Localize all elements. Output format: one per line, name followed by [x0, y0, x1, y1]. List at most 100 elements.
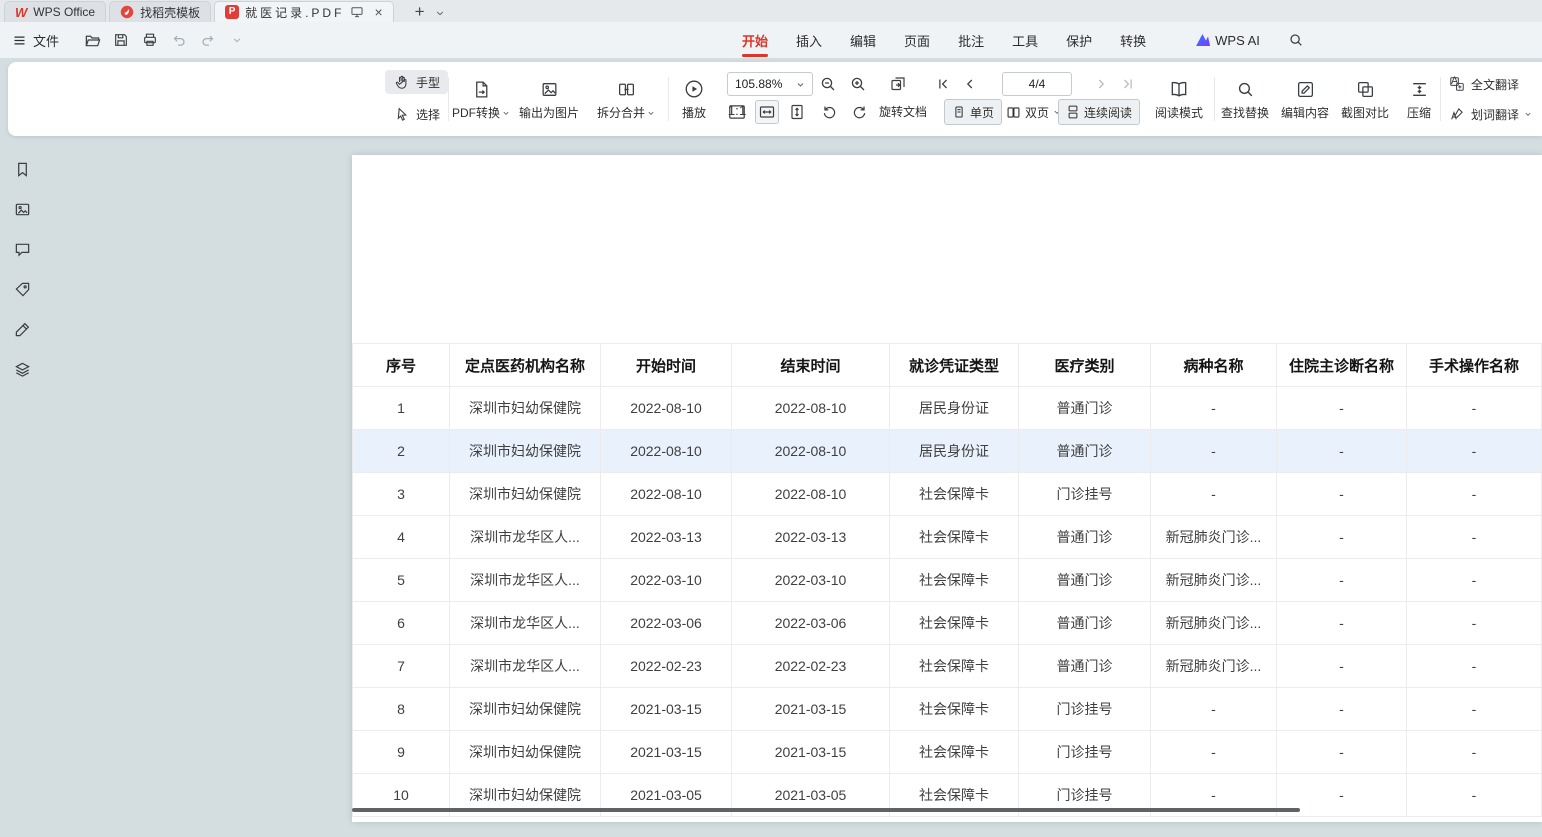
edit-content-button[interactable]: 编辑内容: [1273, 68, 1337, 130]
play-button[interactable]: 播放: [662, 68, 726, 130]
double-page-button[interactable]: 双页: [1002, 99, 1065, 125]
table-row[interactable]: 1深圳市妇幼保健院2022-08-102022-08-10居民身份证普通门诊--…: [353, 387, 1542, 430]
open-file-icon[interactable]: [82, 30, 102, 50]
zoom-in-icon[interactable]: [846, 72, 870, 96]
table-row[interactable]: 2深圳市妇幼保健院2022-08-102022-08-10居民身份证普通门诊--…: [353, 430, 1542, 473]
table-cell: 深圳市龙华区人...: [450, 516, 601, 559]
undo-history-chevron-icon[interactable]: [227, 30, 247, 50]
table-cell: 深圳市妇幼保健院: [450, 688, 601, 731]
actual-size-icon[interactable]: 1:1: [725, 100, 749, 124]
menu-tab-edit[interactable]: 编辑: [836, 22, 890, 58]
export-image-button[interactable]: 输出为图片: [513, 68, 585, 130]
tag-panel-icon[interactable]: [13, 280, 31, 298]
annotate-pen-icon[interactable]: [13, 320, 31, 338]
table-row[interactable]: 3深圳市妇幼保健院2022-08-102022-08-10社会保障卡门诊挂号--…: [353, 473, 1542, 516]
menu-tab-protect[interactable]: 保护: [1052, 22, 1106, 58]
table-row[interactable]: 9深圳市妇幼保健院2021-03-152021-03-15社会保障卡门诊挂号--…: [353, 731, 1542, 774]
menu-tab-home[interactable]: 开始: [728, 22, 782, 58]
compress-button[interactable]: 压缩: [1391, 68, 1447, 130]
menu-tab-comment[interactable]: 批注: [944, 22, 998, 58]
find-replace-button[interactable]: 查找替换: [1213, 68, 1277, 130]
horizontal-scrollbar[interactable]: [352, 808, 1300, 812]
menu-tab-convert[interactable]: 转换: [1106, 22, 1160, 58]
tab-docer-templates[interactable]: 找稻壳模板: [109, 1, 211, 22]
table-cell: 普通门诊: [1019, 516, 1151, 559]
table-cell: 7: [353, 645, 450, 688]
page-capture-icon[interactable]: [886, 72, 910, 96]
table-cell: 2022-03-10: [601, 559, 732, 602]
word-translate-button[interactable]: 划词翻译: [1448, 102, 1532, 126]
save-icon[interactable]: [111, 30, 131, 50]
fit-width-icon[interactable]: [755, 100, 779, 124]
table-body: 1深圳市妇幼保健院2022-08-102022-08-10居民身份证普通门诊--…: [353, 387, 1542, 817]
next-page-icon[interactable]: [1089, 72, 1113, 96]
zoom-level-select[interactable]: 105.88%: [727, 72, 813, 96]
svg-text:1:1: 1:1: [728, 103, 747, 118]
rotate-right-icon[interactable]: [847, 100, 871, 124]
new-tab-button[interactable]: +: [415, 3, 425, 20]
table-cell: 4: [353, 516, 450, 559]
split-merge-button[interactable]: 拆分合并: [591, 68, 661, 130]
table-cell: -: [1277, 602, 1407, 645]
tab-list-chevron-icon[interactable]: [435, 8, 445, 18]
table-cell: 居民身份证: [890, 387, 1019, 430]
redo-icon[interactable]: [198, 30, 218, 50]
pdf-page[interactable]: 序号定点医药机构名称开始时间结束时间就诊凭证类型医疗类别病种名称住院主诊断名称手…: [352, 155, 1542, 822]
column-header: 医疗类别: [1019, 344, 1151, 387]
select-tool-button[interactable]: 选择: [385, 102, 448, 126]
rotate-doc-label[interactable]: 旋转文档: [879, 100, 927, 124]
pdf-file-icon: P: [225, 5, 239, 19]
print-icon[interactable]: [140, 30, 160, 50]
table-cell: 深圳市龙华区人...: [450, 602, 601, 645]
monitor-icon[interactable]: [350, 5, 364, 19]
hand-tool-button[interactable]: 手型: [385, 70, 448, 94]
menu-tab-insert[interactable]: 插入: [782, 22, 836, 58]
table-cell: 社会保障卡: [890, 559, 1019, 602]
last-page-icon[interactable]: [1116, 72, 1140, 96]
file-menu-button[interactable]: 文件: [12, 31, 59, 50]
bookmark-icon[interactable]: [13, 160, 31, 178]
menu-tab-wps-ai[interactable]: WPS AI: [1182, 22, 1274, 58]
rotate-left-icon[interactable]: [817, 100, 841, 124]
first-page-icon[interactable]: [931, 72, 955, 96]
table-cell: 深圳市妇幼保健院: [450, 473, 601, 516]
table-row[interactable]: 8深圳市妇幼保健院2021-03-152021-03-15社会保障卡门诊挂号--…: [353, 688, 1542, 731]
wps-logo-icon: W: [15, 6, 27, 19]
table-cell: 2022-08-10: [732, 430, 890, 473]
double-page-icon: [1006, 105, 1021, 120]
thumbnail-panel-icon[interactable]: [13, 200, 31, 218]
table-cell: 社会保障卡: [890, 473, 1019, 516]
chevron-down-icon: [1524, 110, 1532, 118]
tab-document-pdf[interactable]: P 就医记录.PDF ×: [214, 1, 394, 22]
menu-tab-page[interactable]: 页面: [890, 22, 944, 58]
table-row[interactable]: 5深圳市龙华区人...2022-03-102022-03-10社会保障卡普通门诊…: [353, 559, 1542, 602]
prev-page-icon[interactable]: [958, 72, 982, 96]
read-mode-button[interactable]: 阅读模式: [1147, 68, 1211, 130]
table-cell: 2022-02-23: [601, 645, 732, 688]
pdf-convert-icon: [469, 77, 493, 101]
full-translate-button[interactable]: A 全文翻译: [1448, 72, 1519, 96]
table-cell: -: [1151, 430, 1277, 473]
window-tab-bar: W WPS Office 找稻壳模板 P 就医记录.PDF × +: [0, 0, 1542, 22]
table-row[interactable]: 6深圳市龙华区人...2022-03-062022-03-06社会保障卡普通门诊…: [353, 602, 1542, 645]
undo-icon[interactable]: [169, 30, 189, 50]
single-page-button[interactable]: 单页: [944, 99, 1002, 125]
close-tab-icon[interactable]: ×: [374, 5, 382, 19]
tab-wps-office[interactable]: W WPS Office: [4, 1, 106, 22]
comment-panel-icon[interactable]: [13, 240, 31, 258]
fit-page-icon[interactable]: [785, 100, 809, 124]
page-number-input[interactable]: 4/4: [1002, 72, 1072, 96]
column-header: 就诊凭证类型: [890, 344, 1019, 387]
layers-panel-icon[interactable]: [13, 360, 31, 378]
menu-tab-tools[interactable]: 工具: [998, 22, 1052, 58]
zoom-out-icon[interactable]: [816, 72, 840, 96]
screenshot-compare-button[interactable]: 截图对比: [1333, 68, 1397, 130]
menu-search-icon[interactable]: [1288, 32, 1304, 48]
continuous-read-button[interactable]: 连续阅读: [1058, 99, 1140, 125]
table-cell: 深圳市龙华区人...: [450, 559, 601, 602]
table-cell: 社会保障卡: [890, 516, 1019, 559]
table-cell: 2022-08-10: [601, 387, 732, 430]
pdf-convert-button[interactable]: PDF转换: [449, 68, 513, 130]
table-row[interactable]: 7深圳市龙华区人...2022-02-232022-02-23社会保障卡普通门诊…: [353, 645, 1542, 688]
table-row[interactable]: 4深圳市龙华区人...2022-03-132022-03-13社会保障卡普通门诊…: [353, 516, 1542, 559]
